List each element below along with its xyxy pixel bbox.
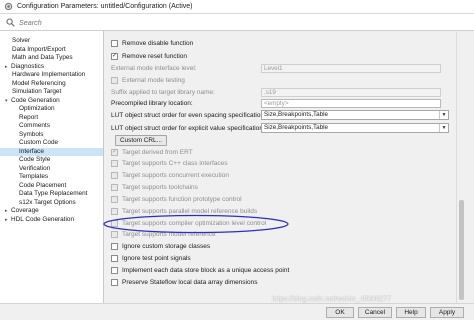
custom-crl-button[interactable]: Custom CRL... (115, 135, 167, 146)
lut-even-select[interactable]: Size,Breakpoints,Table ▼ (261, 110, 449, 120)
tree-item-report[interactable]: Report (19, 114, 38, 123)
preserve-stateflow-option[interactable]: Preserve Stateflow local data array dime… (111, 277, 257, 287)
unique-access-point-option[interactable]: Implement each data store block as a uni… (111, 265, 289, 275)
lut-explicit-label: LUT object struct order for explicit val… (111, 124, 265, 132)
tree-item-hardware-implementation[interactable]: Hardware Implementation (12, 71, 85, 80)
apply-button[interactable]: Apply (430, 307, 464, 318)
tree-item-templates[interactable]: Templates (19, 173, 48, 182)
target-cpp-class-checkbox (111, 159, 118, 167)
suffix-field: .s19 (261, 88, 441, 97)
target-option-cpp: Target supports C++ class interfaces (111, 158, 228, 168)
tree-item-data-type-replacement[interactable]: Data Type Replacement (19, 190, 87, 199)
preserve-stateflow-checkbox[interactable] (111, 278, 118, 286)
external-mode-level-row: External mode interface level: (111, 63, 197, 73)
scrollbar-thumb[interactable] (459, 200, 464, 300)
tree-item-verification[interactable]: Verification (19, 165, 50, 174)
target-option-toolchains: Target supports toolchains (111, 182, 198, 192)
tree-item-code-placement[interactable]: Code Placement (19, 182, 66, 191)
ignore-custom-storage-option[interactable]: Ignore custom storage classes (111, 241, 210, 251)
check-icon: ✓ (111, 53, 118, 59)
target-prototype-checkbox (111, 195, 118, 203)
tree-item-coverage[interactable]: ▸ Coverage (5, 207, 39, 216)
lut-even-row: LUT object struct order for even spacing… (111, 110, 266, 120)
suffix-row: Suffix applied to target library name: (111, 87, 215, 97)
gear-icon (3, 2, 13, 12)
tree-item-s12x-target-options[interactable]: s12x Target Options (19, 199, 76, 208)
target-model-ref-checkbox (111, 230, 118, 238)
title-bar: Configuration Parameters: untitled/Confi… (0, 0, 474, 14)
cancel-button[interactable]: Cancel (358, 307, 392, 318)
tree-item-data-import-export[interactable]: Data Import/Export (12, 46, 66, 55)
remove-disable-function-option[interactable]: Remove disable function (111, 38, 193, 48)
target-option-parallel: Target supports parallel model reference… (111, 206, 257, 216)
search-bar (0, 14, 474, 31)
remove-disable-function-checkbox[interactable] (111, 39, 118, 47)
tree-item-diagnostics[interactable]: ▸ Diagnostics (5, 63, 44, 72)
tree-item-code-style[interactable]: Code Style (19, 156, 50, 165)
vertical-scrollbar[interactable] (456, 32, 466, 303)
precompiled-row: Precompiled library location: (111, 98, 193, 108)
target-option-ert: ✓ Target derived from ERT (111, 148, 193, 156)
unique-access-point-checkbox[interactable] (111, 266, 118, 274)
external-mode-testing-option: External mode testing (111, 75, 185, 85)
precompiled-label: Precompiled library location: (111, 99, 193, 107)
lut-explicit-row: LUT object struct order for explicit val… (111, 123, 265, 133)
category-tree: Solver Data Import/Export Math and Data … (0, 31, 104, 320)
dropdown-arrow-icon: ▼ (439, 124, 448, 132)
search-input[interactable] (19, 17, 319, 27)
ok-button[interactable]: OK (326, 307, 354, 318)
tree-item-comments[interactable]: Comments (19, 122, 50, 131)
target-option-concurrent: Target supports concurrent execution (111, 170, 229, 180)
ignore-test-point-checkbox[interactable] (111, 254, 118, 262)
lut-explicit-select[interactable]: Size,Breakpoints,Table ▼ (261, 123, 449, 133)
tree-item-math-and-data-types[interactable]: Math and Data Types (12, 54, 73, 63)
tree-item-hdl-code-generation[interactable]: ▸ HDL Code Generation (5, 216, 74, 225)
tree-item-custom-code[interactable]: Custom Code (19, 139, 58, 148)
tree-item-code-generation[interactable]: ▾ Code Generation (5, 97, 60, 106)
lut-even-label: LUT object struct order for even spacing… (111, 111, 266, 119)
target-option-compiler-opt: Target supports compiler optimization le… (111, 218, 266, 228)
external-mode-testing-checkbox (111, 76, 118, 84)
target-parallel-checkbox (111, 207, 118, 215)
target-concurrent-checkbox (111, 171, 118, 179)
tree-item-model-referencing[interactable]: Model Referencing (12, 80, 66, 89)
tree-item-interface[interactable]: Interface (0, 147, 103, 156)
target-compiler-opt-checkbox (111, 219, 118, 227)
dropdown-arrow-icon: ▼ (439, 111, 448, 119)
tree-item-symbols[interactable]: Symbols (19, 131, 44, 140)
precompiled-location-input[interactable]: <empty> (261, 99, 441, 108)
target-toolchains-checkbox (111, 183, 118, 191)
search-icon (5, 17, 15, 27)
help-button[interactable]: Help (396, 307, 426, 318)
tree-item-solver[interactable]: Solver (12, 37, 30, 46)
ignore-custom-storage-checkbox[interactable] (111, 242, 118, 250)
tree-item-optimization[interactable]: Optimization (19, 105, 55, 114)
external-mode-level-label: External mode interface level: (111, 64, 197, 72)
ignore-test-point-option[interactable]: Ignore test point signals (111, 253, 191, 263)
suffix-label: Suffix applied to target library name: (111, 88, 215, 96)
remove-reset-function-option[interactable]: ✓ Remove reset function (111, 51, 187, 61)
interface-settings-panel: Remove disable function ✓ Remove reset f… (105, 31, 474, 303)
dialog-footer: OK Cancel Help Apply (0, 303, 474, 320)
check-icon: ✓ (111, 149, 118, 155)
target-derived-ert-checkbox: ✓ (111, 148, 118, 156)
target-option-model-ref: Target supports model reference (111, 229, 216, 239)
external-mode-level-field: Level1 (261, 64, 441, 73)
remove-reset-function-checkbox[interactable]: ✓ (111, 52, 118, 60)
tree-item-simulation-target[interactable]: Simulation Target (12, 88, 61, 97)
target-option-prototype: Target supports function prototype contr… (111, 194, 242, 204)
window-title: Configuration Parameters: untitled/Confi… (17, 3, 193, 10)
